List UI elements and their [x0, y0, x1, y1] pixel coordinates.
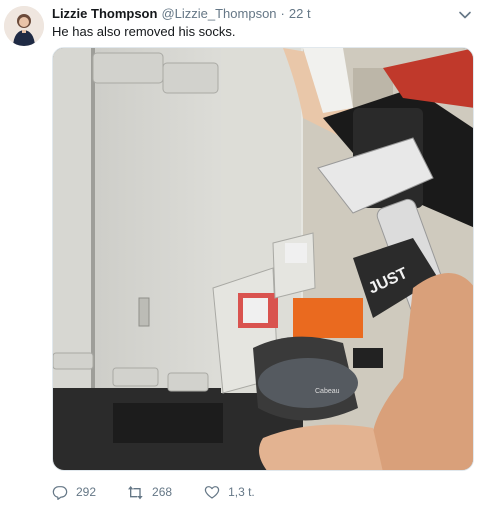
separator-dot: ·	[280, 6, 285, 21]
avatar[interactable]	[4, 6, 44, 46]
author-name[interactable]: Lizzie Thompson	[52, 6, 157, 21]
tweet-header: Lizzie Thompson @Lizzie_Thompson · 22 t	[52, 6, 311, 24]
tweet-photo[interactable]: Cabeau JUST	[52, 47, 474, 471]
retweet-count: 268	[152, 485, 173, 499]
tweet-actions: 292 268 1,3 t.	[52, 482, 287, 502]
tweet-text: He has also removed his socks.	[52, 24, 236, 39]
svg-text:Cabeau: Cabeau	[315, 388, 340, 395]
author-handle[interactable]: @Lizzie_Thompson	[161, 6, 276, 21]
like-icon	[204, 486, 220, 499]
cabin-photo: Cabeau JUST	[53, 48, 473, 470]
like-button[interactable]: 1,3 t.	[204, 484, 255, 500]
reply-icon	[52, 486, 68, 500]
chevron-down-icon[interactable]	[458, 8, 472, 22]
retweet-button[interactable]: 268	[128, 484, 172, 500]
reply-count: 292	[76, 485, 97, 499]
like-count: 1,3 t.	[228, 485, 255, 499]
tweet: Lizzie Thompson @Lizzie_Thompson · 22 t …	[0, 0, 480, 505]
avatar-image	[4, 6, 44, 46]
retweet-icon	[128, 486, 143, 500]
timestamp[interactable]: 22 t	[289, 6, 311, 21]
reply-button[interactable]: 292	[52, 484, 96, 500]
